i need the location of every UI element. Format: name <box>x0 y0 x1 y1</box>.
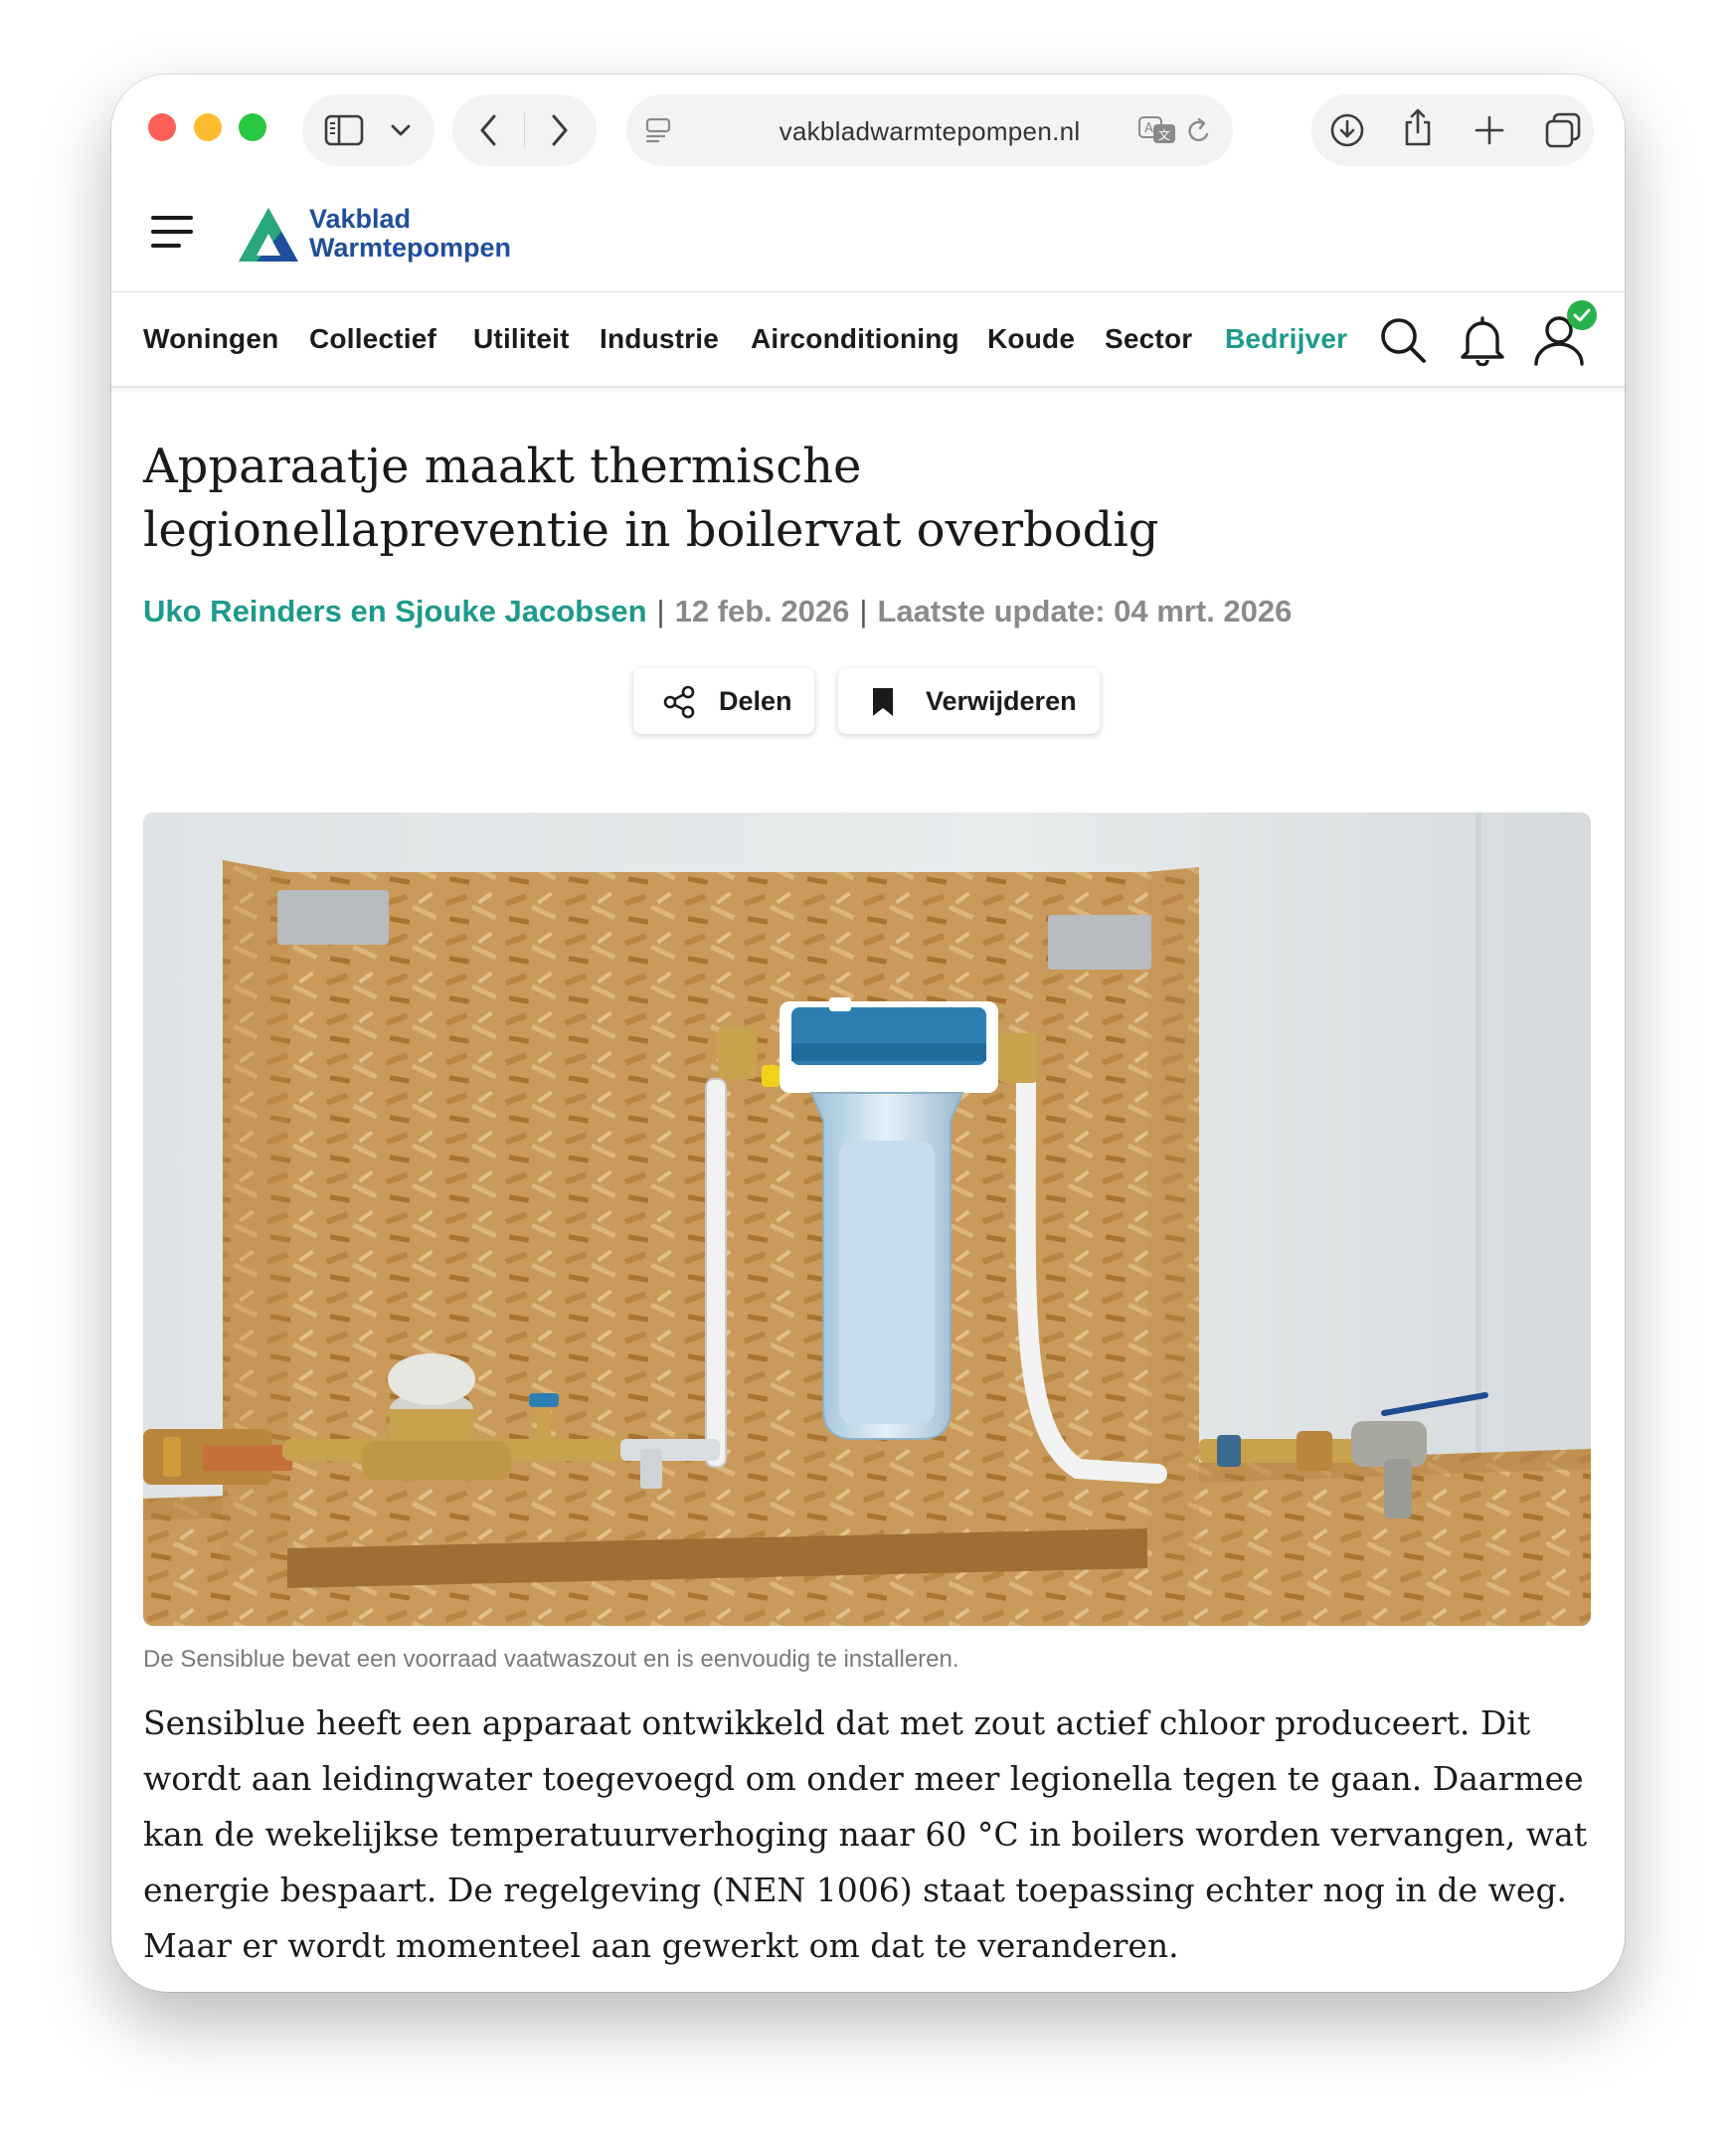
reload-icon[interactable] <box>1185 116 1213 146</box>
bell-icon[interactable] <box>1456 314 1509 366</box>
nav-item-koude[interactable]: Koude <box>987 323 1075 355</box>
close-window-button[interactable] <box>148 113 176 141</box>
nav-item-airconditioning[interactable]: Airconditioning <box>751 323 959 355</box>
meta-separator: | <box>859 594 868 628</box>
hamburger-menu-icon[interactable] <box>151 216 195 250</box>
sidebar-icon[interactable] <box>324 114 364 146</box>
search-icon[interactable] <box>1378 315 1428 365</box>
logo-line-1: Vakblad <box>309 204 412 234</box>
share-button[interactable]: Delen <box>633 668 814 734</box>
divider <box>524 112 525 148</box>
share-icon[interactable] <box>1401 106 1435 148</box>
menu-line <box>151 216 193 220</box>
logo-text[interactable]: Vakblad Warmtepompen <box>309 205 511 263</box>
back-arrow-icon[interactable] <box>476 112 500 148</box>
nav-item-industrie[interactable]: Industrie <box>600 323 719 355</box>
history-nav-group <box>452 94 597 166</box>
menu-line <box>151 230 193 234</box>
new-tab-icon[interactable] <box>1473 113 1506 147</box>
article-image <box>143 812 1591 1626</box>
logged-in-check-icon <box>1567 300 1597 330</box>
site-header: Vakblad Warmtepompen <box>111 184 1625 292</box>
browser-actions-group <box>1311 94 1594 166</box>
bookmark-icon <box>873 688 893 716</box>
article-meta: Uko Reinders en Sjouke Jacobsen | 12 feb. … <box>143 594 1292 629</box>
article-title: Apparaatje maakt thermische legionellapr… <box>143 435 1237 562</box>
meta-separator: | <box>656 594 665 628</box>
remove-label: Verwijderen <box>926 686 1077 716</box>
article-lead-paragraph: Sensiblue heeft een apparaat ontwikkeld … <box>143 1703 1588 1965</box>
svg-text:文: 文 <box>1158 127 1170 142</box>
svg-text:A: A <box>1144 121 1153 136</box>
author-link[interactable]: Uko Reinders en Sjouke Jacobsen <box>143 594 647 628</box>
browser-window: vakbladwarmtepompen.nl A 文 Vakblad Warmt… <box>111 75 1625 1992</box>
minimize-window-button[interactable] <box>194 113 222 141</box>
nav-item-woningen[interactable]: Woningen <box>143 323 278 355</box>
publish-date: 12 feb. 2026 <box>674 594 850 628</box>
title-line-2: legionellapreventie in boilervat overbod… <box>143 502 1159 558</box>
forward-arrow-icon[interactable] <box>548 112 572 148</box>
browser-toolbar: vakbladwarmtepompen.nl A 文 <box>111 75 1625 184</box>
main-nav: Woningen Collectief Utiliteit Industrie … <box>111 292 1625 388</box>
sidebar-toggle-group <box>302 94 434 166</box>
logo-icon[interactable] <box>237 206 300 264</box>
downloads-icon[interactable] <box>1329 112 1365 148</box>
remove-bookmark-button[interactable]: Verwijderen <box>838 668 1100 734</box>
filter-installation-photo <box>143 812 1591 1626</box>
address-bar[interactable]: vakbladwarmtepompen.nl A 文 <box>626 94 1233 166</box>
nav-item-sector[interactable]: Sector <box>1105 323 1192 355</box>
nav-item-bedrijven[interactable]: Bedrijver <box>1225 323 1347 355</box>
translate-icon[interactable]: A 文 <box>1137 115 1177 145</box>
nav-item-utiliteit[interactable]: Utiliteit <box>473 323 570 355</box>
maximize-window-button[interactable] <box>239 113 266 141</box>
image-caption: De Sensiblue bevat een voorraad vaatwasz… <box>143 1646 959 1673</box>
share-nodes-icon <box>663 685 695 719</box>
nav-item-collectief[interactable]: Collectief <box>309 323 436 355</box>
logo-line-2: Warmtepompen <box>309 233 512 263</box>
tab-overview-icon[interactable] <box>1544 111 1582 149</box>
update-date: Laatste update: 04 mrt. 2026 <box>877 594 1293 628</box>
menu-line <box>151 244 181 248</box>
share-label: Delen <box>719 686 792 716</box>
chevron-down-icon[interactable] <box>390 122 412 138</box>
title-line-1: Apparaatje maakt thermische <box>143 439 862 494</box>
